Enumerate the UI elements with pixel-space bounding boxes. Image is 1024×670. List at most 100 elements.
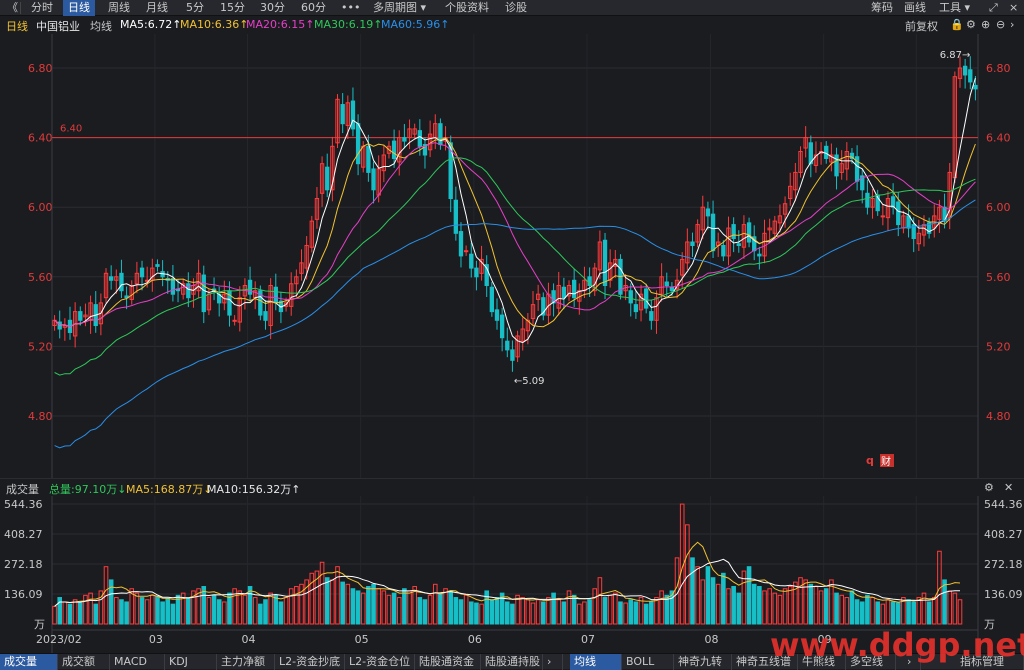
zoom-out-icon[interactable]: ⊖	[996, 18, 1005, 31]
candle-body	[628, 290, 633, 304]
tab-hk-connect-hold[interactable]: 陆股通持股	[481, 654, 543, 670]
close-icon[interactable]: ×	[1004, 0, 1023, 16]
candle-body	[263, 311, 268, 321]
indicator-tab-bar: 成交量 成交额 MACD KDJ 主力净额 L2-资金抄底 L2-资金仓位 陆股…	[0, 626, 1024, 670]
settings-icon[interactable]: ⚙	[984, 481, 994, 494]
settings-icon[interactable]: ⚙	[966, 18, 976, 31]
collapse-icon[interactable]: ›	[1010, 18, 1014, 31]
high-label: 6.87→	[940, 50, 971, 61]
chip-button[interactable]: 筹码	[866, 0, 898, 16]
volume-bar	[474, 602, 479, 625]
tab-60min[interactable]: 60分	[296, 0, 331, 16]
volume-bar	[700, 579, 706, 625]
tab-bull-bear[interactable]: 牛熊线	[798, 654, 846, 670]
volume-bar	[551, 592, 556, 625]
candle-body	[108, 276, 114, 281]
adjust-mode[interactable]: 前复权	[905, 18, 938, 34]
tab-boll[interactable]: BOLL	[622, 654, 674, 670]
candle-body	[690, 241, 695, 246]
volume-bar	[597, 577, 603, 625]
candle-body	[664, 281, 669, 287]
tab-rixian[interactable]: 日线	[63, 0, 95, 16]
volume-bar	[448, 590, 453, 625]
multi-period-dropdown[interactable]: 多周期图 ▾	[368, 0, 431, 16]
tab-15min[interactable]: 15分	[215, 0, 250, 16]
volume-bar	[839, 594, 844, 625]
tab-td-nine[interactable]: 神奇九转	[674, 654, 732, 670]
volume-bar	[731, 586, 736, 625]
lock-icon[interactable]: 🔒	[950, 18, 964, 31]
tab-5min[interactable]: 5分	[181, 0, 209, 16]
volume-bar	[561, 601, 567, 625]
volume-bar	[170, 603, 176, 625]
candle-body	[705, 208, 711, 217]
volume-bar	[875, 601, 880, 625]
volume-bar	[150, 594, 155, 625]
tab-scroll-right-icon[interactable]: ›	[903, 654, 921, 670]
tab-scroll-right-icon[interactable]: ›	[543, 654, 563, 670]
volume-bar	[818, 590, 824, 625]
tab-fenshi[interactable]: 分时	[26, 0, 58, 16]
tab-zhouxian[interactable]: 周线	[103, 0, 135, 16]
volume-bar	[535, 599, 541, 625]
tools-dropdown[interactable]: 工具 ▾	[934, 0, 975, 16]
zoom-in-icon[interactable]: ⊕	[981, 18, 990, 31]
close-icon[interactable]: ✕	[1004, 481, 1013, 494]
candle-body	[494, 309, 500, 321]
candle-body	[505, 340, 510, 351]
volume-bar	[309, 572, 315, 625]
tab-30min[interactable]: 30分	[255, 0, 290, 16]
candle-body	[273, 286, 278, 304]
tab-yuexian[interactable]: 月线	[141, 0, 173, 16]
volume-bar	[396, 597, 402, 625]
price-tick-left: 4.80	[28, 410, 53, 423]
expand-icon[interactable]: ⤢	[984, 0, 1003, 16]
volume-unit-left: 万	[34, 618, 45, 631]
volume-bar	[160, 601, 165, 625]
candle-body	[669, 286, 675, 292]
volume-bar	[942, 579, 947, 625]
volume-tick-left: 272.18	[4, 558, 43, 571]
volume-bar	[324, 577, 330, 625]
tab-kdj[interactable]: KDJ	[165, 654, 217, 670]
volume-bar	[371, 583, 376, 625]
candle-body	[824, 145, 829, 159]
volume-bar	[268, 592, 273, 625]
tab-main-net[interactable]: 主力净额	[217, 654, 275, 670]
volume-bar	[895, 602, 901, 625]
indicator-manage-button[interactable]: 指标管理	[956, 654, 1024, 670]
tab-l2-position[interactable]: L2-资金仓位	[345, 654, 415, 670]
candle-body	[247, 279, 253, 295]
tab-macd[interactable]: MACD	[110, 654, 165, 670]
volume-chart[interactable]: 544.36 544.36 408.27 408.27 272.18 272.18 136.…	[0, 496, 1024, 653]
ma60-line	[54, 199, 976, 449]
price-tick-left: 5.60	[28, 271, 53, 284]
more-button[interactable]: •••	[336, 0, 365, 16]
tab-hk-connect-fund[interactable]: 陆股通资金	[415, 654, 481, 670]
volume-bar	[453, 597, 459, 625]
volume-bar	[690, 557, 695, 625]
ma-label[interactable]: 均线	[90, 18, 112, 34]
tab-five-lines[interactable]: 神奇五线谱	[732, 654, 798, 670]
volume-bar	[649, 601, 654, 625]
candlestick-chart[interactable]: 6.80 6.80 6.40 6.40 6.00 6.00 5.60 5.60 5.20 5.20…	[0, 34, 1024, 478]
volume-bar	[72, 599, 78, 625]
stock-name: 中国铝业	[36, 20, 80, 33]
ma-legend-bar: 日线 中国铝业 均线 MA5:6.72↑ MA10:6.36↑ MA20:6.1…	[0, 16, 1024, 34]
tab-ma[interactable]: 均线	[570, 654, 622, 670]
candle-body	[119, 272, 124, 292]
candle-body	[325, 166, 330, 191]
volume-bar	[736, 592, 742, 625]
volume-bar	[926, 601, 932, 625]
volume-bar	[854, 599, 860, 625]
tab-volume[interactable]: 成交量	[0, 654, 58, 670]
tab-long-short[interactable]: 多空线	[846, 654, 896, 670]
volume-bar	[139, 597, 145, 625]
tab-turnover[interactable]: 成交额	[58, 654, 110, 670]
candle-body	[571, 279, 577, 299]
stock-profile-button[interactable]: 个股资料	[440, 0, 494, 16]
tab-l2-bottom[interactable]: L2-资金抄底	[275, 654, 345, 670]
candle-body	[391, 140, 397, 159]
draw-button[interactable]: 画线	[899, 0, 931, 16]
diagnose-button[interactable]: 诊股	[500, 0, 532, 16]
